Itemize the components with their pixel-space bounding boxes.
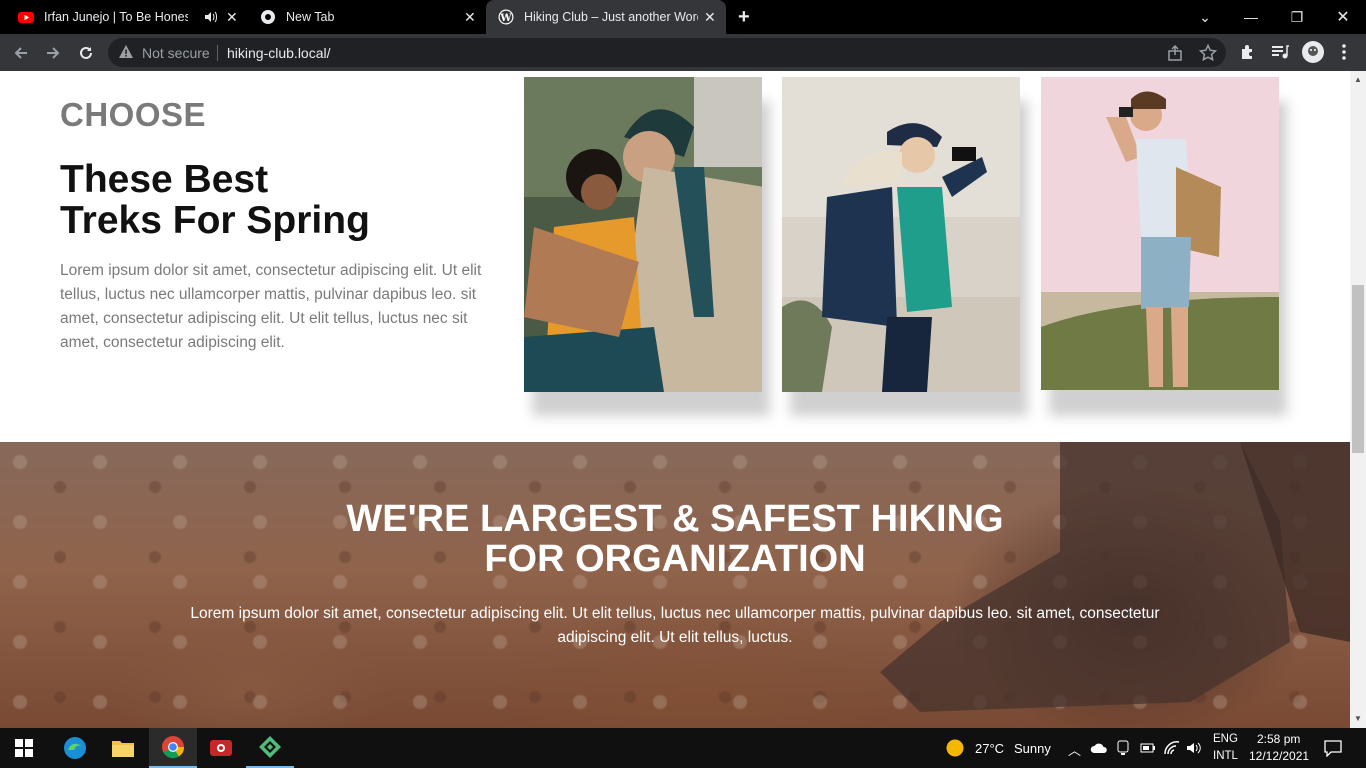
weather-temperature[interactable]: 27°C xyxy=(975,741,1004,756)
back-button[interactable] xyxy=(8,40,34,66)
clock-time[interactable]: 2:58 pm xyxy=(1257,732,1300,746)
tab-youtube[interactable]: Irfan Junejo | To Be Honest | ✕ xyxy=(0,0,246,34)
speaker-icon[interactable] xyxy=(204,11,217,23)
hero-title-line-2: FOR ORGANIZATION xyxy=(484,538,866,580)
hero-banner: WE'RE LARGEST & SAFEST HIKING FOR ORGANI… xyxy=(0,442,1350,728)
clock-date[interactable]: 12/12/2021 xyxy=(1249,749,1309,763)
tab-hiking-club[interactable]: W Hiking Club – Just another WordPress s… xyxy=(486,0,726,34)
restore-button[interactable]: ❐ xyxy=(1274,0,1320,34)
start-button[interactable] xyxy=(0,728,48,768)
taskbar-edge[interactable] xyxy=(51,728,99,768)
arrow-right-icon xyxy=(47,47,60,59)
wordpress-icon: W xyxy=(498,9,514,25)
close-tab-icon[interactable]: ✕ xyxy=(464,9,476,26)
network-device-icon[interactable] xyxy=(1116,740,1130,756)
taskbar-chrome[interactable] xyxy=(149,728,197,768)
wifi-icon[interactable] xyxy=(1164,741,1180,755)
reload-icon xyxy=(80,46,92,59)
section-heading: These Best Treks For Spring xyxy=(60,159,370,241)
cloud-icon[interactable] xyxy=(1090,742,1108,754)
section-kicker: CHOOSE xyxy=(60,96,207,133)
chrome-icon xyxy=(261,10,275,24)
sun-weather-icon[interactable] xyxy=(946,739,964,757)
close-window-button[interactable]: ✕ xyxy=(1320,0,1366,34)
battery-icon[interactable] xyxy=(1140,742,1156,754)
taskbar-file-explorer[interactable] xyxy=(99,728,147,768)
folder-icon xyxy=(112,741,134,757)
tab-title: Irfan Junejo | To Be Honest | xyxy=(44,10,188,24)
tab-new-tab[interactable]: New Tab ✕ xyxy=(246,0,486,34)
edge-icon xyxy=(64,737,86,759)
share-icon[interactable] xyxy=(1166,44,1184,62)
hero-title: WE'RE LARGEST & SAFEST HIKING FOR ORGANI… xyxy=(0,499,1350,579)
hero-overlay xyxy=(0,442,1350,728)
security-label[interactable]: Not secure xyxy=(142,45,210,61)
reload-button[interactable] xyxy=(73,40,99,66)
windows-taskbar: 27°C Sunny ︿ ENG INTL 2:58 pm 12/12/2021 xyxy=(0,728,1366,768)
page-scrollbar[interactable]: ▲ ▼ xyxy=(1350,71,1366,728)
windows-logo-icon xyxy=(15,739,33,757)
chevron-up-icon[interactable]: ︿ xyxy=(1068,740,1081,759)
photo-hikers-map xyxy=(524,77,762,392)
url-text[interactable]: hiking-club.local/ xyxy=(227,45,331,61)
taskbar-local-app[interactable] xyxy=(246,728,294,768)
close-tab-icon[interactable]: ✕ xyxy=(226,9,238,26)
photo-man-binoculars xyxy=(1041,77,1279,390)
close-tab-icon[interactable]: ✕ xyxy=(704,9,716,26)
notification-center-icon[interactable] xyxy=(1324,740,1342,757)
profile-avatar-icon[interactable] xyxy=(1301,40,1325,64)
intro-paragraph: Lorem ipsum dolor sit amet, consectetur … xyxy=(60,262,482,351)
hero-title-line-1: WE'RE LARGEST & SAFEST HIKING xyxy=(346,498,1004,540)
scroll-down-arrow-icon[interactable]: ▼ xyxy=(1354,714,1362,723)
minimize-button[interactable]: — xyxy=(1228,0,1274,34)
svg-text:W: W xyxy=(499,13,512,24)
media-queue-icon[interactable] xyxy=(1270,42,1290,62)
tab-title: Hiking Club – Just another WordPress sit… xyxy=(524,10,698,24)
browser-toolbar: Not secure hiking-club.local/ xyxy=(0,34,1366,71)
input-language[interactable]: ENG xyxy=(1213,733,1238,745)
extensions-puzzle-icon[interactable] xyxy=(1238,42,1258,62)
youtube-icon xyxy=(18,12,34,23)
arrow-left-icon xyxy=(14,47,27,59)
volume-icon[interactable] xyxy=(1186,741,1202,755)
omnibox-divider xyxy=(217,45,218,61)
heading-line-1: These Best xyxy=(60,158,269,201)
scroll-up-arrow-icon[interactable]: ▲ xyxy=(1354,75,1362,84)
trek-photo-1 xyxy=(524,77,774,416)
forward-button[interactable] xyxy=(40,40,66,66)
menu-kebab-icon[interactable] xyxy=(1334,42,1354,62)
hero-paragraph: Lorem ipsum dolor sit amet, consectetur … xyxy=(190,605,1160,646)
photo-woman-binoculars xyxy=(782,77,1020,392)
video-recorder-icon xyxy=(210,740,232,756)
taskbar-screen-recorder[interactable] xyxy=(197,728,245,768)
trek-photo-2 xyxy=(782,77,1032,416)
heading-line-2: Treks For Spring xyxy=(60,199,370,242)
scrollbar-thumb[interactable] xyxy=(1352,285,1364,453)
keyboard-layout[interactable]: INTL xyxy=(1213,750,1238,762)
warning-icon[interactable] xyxy=(118,44,134,60)
tab-strip: Irfan Junejo | To Be Honest | ✕ New Tab … xyxy=(0,0,1366,34)
new-tab-button[interactable]: + xyxy=(738,6,750,29)
local-wp-icon xyxy=(259,736,281,758)
weather-description[interactable]: Sunny xyxy=(1014,741,1051,756)
tab-search-icon[interactable]: ⌄ xyxy=(1182,0,1228,34)
tab-title: New Tab xyxy=(286,10,335,24)
trek-photo-3 xyxy=(1041,77,1291,416)
chrome-icon xyxy=(162,736,185,759)
address-bar[interactable]: Not secure hiking-club.local/ xyxy=(108,38,1226,67)
bookmark-star-icon[interactable] xyxy=(1199,44,1217,62)
page-viewport: CHOOSE These Best Treks For Spring Lorem… xyxy=(0,71,1350,728)
